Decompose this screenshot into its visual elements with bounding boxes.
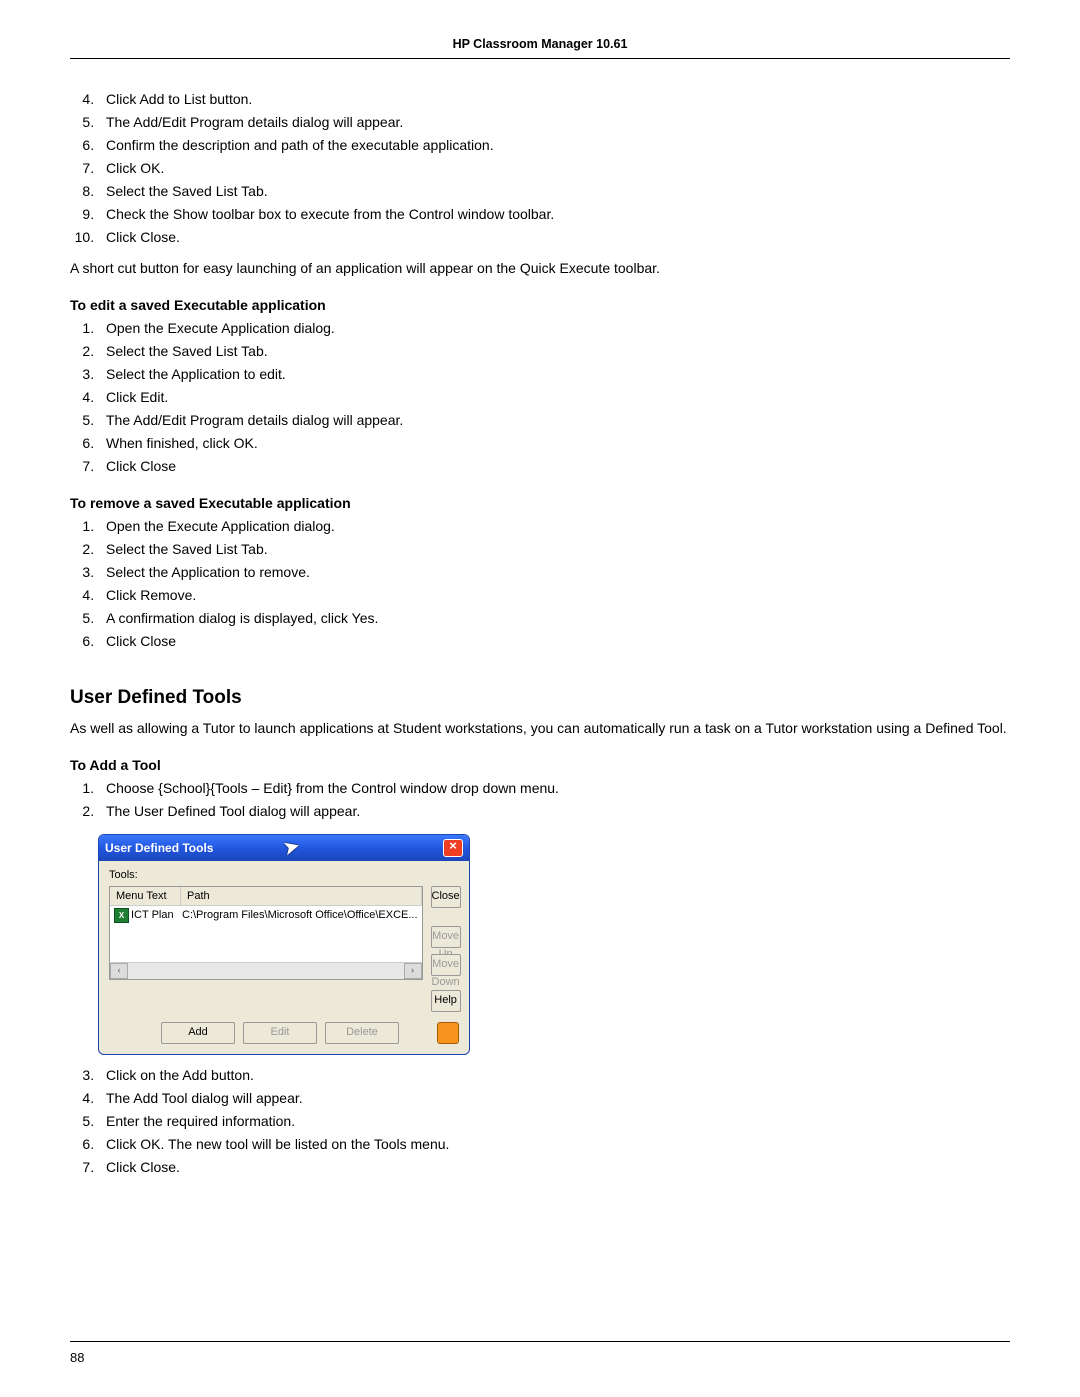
header-rule bbox=[70, 58, 1010, 59]
list-item: Select the Application to remove. bbox=[98, 562, 1010, 583]
instruction-list-edit: Open the Execute Application dialog. Sel… bbox=[70, 318, 1010, 477]
list-item: Click Close bbox=[98, 456, 1010, 477]
list-item: Click Close. bbox=[98, 1157, 1010, 1178]
list-item: The Add Tool dialog will appear. bbox=[98, 1088, 1010, 1109]
list-item: A confirmation dialog is displayed, clic… bbox=[98, 608, 1010, 629]
list-item: Click on the Add button. bbox=[98, 1065, 1010, 1086]
scroll-right-button[interactable]: › bbox=[404, 963, 422, 979]
move-up-button[interactable]: Move Up bbox=[431, 926, 461, 948]
hp-icon bbox=[437, 1022, 459, 1044]
list-item: Click Edit. bbox=[98, 387, 1010, 408]
page-number: 88 bbox=[70, 1348, 1010, 1368]
list-item: Click Add to List button. bbox=[98, 89, 1010, 110]
list-item: Select the Saved List Tab. bbox=[98, 539, 1010, 560]
list-item: Click OK. bbox=[98, 158, 1010, 179]
list-item: Open the Execute Application dialog. bbox=[98, 516, 1010, 537]
list-item: When finished, click OK. bbox=[98, 433, 1010, 454]
list-item: Enter the required information. bbox=[98, 1111, 1010, 1132]
delete-button[interactable]: Delete bbox=[325, 1022, 399, 1044]
page-header: HP Classroom Manager 10.61 bbox=[70, 35, 1010, 54]
window-close-button[interactable]: × bbox=[443, 839, 463, 857]
add-button[interactable]: Add bbox=[161, 1022, 235, 1044]
list-item: Click Close bbox=[98, 631, 1010, 652]
instruction-list-add-b: Click on the Add button. The Add Tool di… bbox=[70, 1065, 1010, 1178]
list-item: Select the Application to edit. bbox=[98, 364, 1010, 385]
section-heading-user-defined-tools: User Defined Tools bbox=[70, 684, 1010, 713]
dialog-figure: User Defined Tools ➤ × Tools: Menu Text … bbox=[98, 834, 470, 1055]
cursor-icon: ➤ bbox=[282, 837, 301, 858]
row-menu-text: ICT Plan bbox=[131, 907, 174, 924]
list-item: The Add/Edit Program details dialog will… bbox=[98, 112, 1010, 133]
list-item: Select the Saved List Tab. bbox=[98, 341, 1010, 362]
instruction-list-1: Click Add to List button. The Add/Edit P… bbox=[70, 89, 1010, 248]
help-button[interactable]: Help bbox=[431, 990, 461, 1012]
list-item: Open the Execute Application dialog. bbox=[98, 318, 1010, 339]
heading-remove: To remove a saved Executable application bbox=[70, 493, 1010, 514]
list-item: Choose {School}{Tools – Edit} from the C… bbox=[98, 778, 1010, 799]
paragraph: A short cut button for easy launching of… bbox=[70, 258, 1010, 279]
excel-icon: X bbox=[114, 908, 129, 923]
heading-add-tool: To Add a Tool bbox=[70, 755, 1010, 776]
instruction-list-add-a: Choose {School}{Tools – Edit} from the C… bbox=[70, 778, 1010, 822]
column-menu-text[interactable]: Menu Text bbox=[110, 887, 181, 906]
paragraph: As well as allowing a Tutor to launch ap… bbox=[70, 718, 1010, 739]
tools-listbox[interactable]: Menu Text Path X ICT Plan C:\Program Fil… bbox=[109, 886, 423, 980]
list-item: Click Close. bbox=[98, 227, 1010, 248]
list-item: Check the Show toolbar box to execute fr… bbox=[98, 204, 1010, 225]
horizontal-scrollbar[interactable]: ‹ › bbox=[110, 962, 422, 979]
scroll-track[interactable] bbox=[128, 964, 404, 978]
dialog-title: User Defined Tools bbox=[105, 839, 213, 857]
list-item: Confirm the description and path of the … bbox=[98, 135, 1010, 156]
list-item: Click Remove. bbox=[98, 585, 1010, 606]
list-header: Menu Text Path bbox=[110, 887, 422, 907]
edit-button[interactable]: Edit bbox=[243, 1022, 317, 1044]
instruction-list-remove: Open the Execute Application dialog. Sel… bbox=[70, 516, 1010, 652]
list-row[interactable]: X ICT Plan C:\Program Files\Microsoft Of… bbox=[110, 906, 422, 925]
tools-label: Tools: bbox=[109, 867, 459, 884]
dialog-titlebar[interactable]: User Defined Tools ➤ × bbox=[99, 835, 469, 861]
column-path[interactable]: Path bbox=[181, 887, 422, 906]
user-defined-tools-dialog: User Defined Tools ➤ × Tools: Menu Text … bbox=[98, 834, 470, 1055]
list-item: The User Defined Tool dialog will appear… bbox=[98, 801, 1010, 822]
footer-rule bbox=[70, 1341, 1010, 1342]
list-item: The Add/Edit Program details dialog will… bbox=[98, 410, 1010, 431]
close-button[interactable]: Close bbox=[431, 886, 461, 908]
heading-edit: To edit a saved Executable application bbox=[70, 295, 1010, 316]
move-down-button[interactable]: Move Down bbox=[431, 954, 461, 976]
row-path-text: C:\Program Files\Microsoft Office\Office… bbox=[178, 906, 422, 925]
list-item: Click OK. The new tool will be listed on… bbox=[98, 1134, 1010, 1155]
scroll-left-button[interactable]: ‹ bbox=[110, 963, 128, 979]
list-item: Select the Saved List Tab. bbox=[98, 181, 1010, 202]
